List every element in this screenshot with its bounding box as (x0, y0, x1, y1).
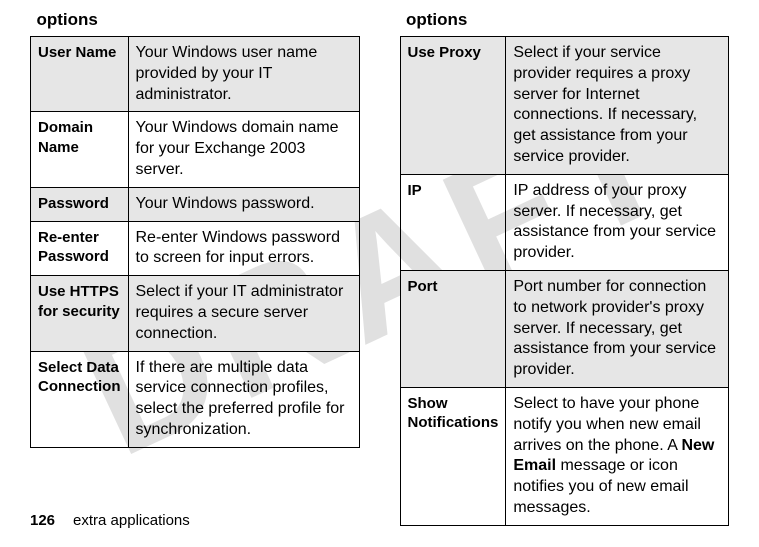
table-row: Use Proxy Select if your service provide… (400, 37, 729, 175)
option-desc: Select if your IT administrator requires… (128, 276, 359, 351)
option-name: Select Data Connection (31, 351, 129, 447)
option-desc: Your Windows domain name for your Exchan… (128, 112, 359, 187)
page-footer: 126 extra applications (30, 512, 190, 529)
left-options-table: options User Name Your Windows user name… (30, 6, 360, 448)
option-desc: Re-enter Windows password to screen for … (128, 221, 359, 276)
table-row: Select Data Connection If there are mult… (31, 351, 360, 447)
section-title: extra applications (73, 512, 190, 529)
option-name: Port (400, 270, 506, 387)
option-name: Use Proxy (400, 37, 506, 175)
left-column: options User Name Your Windows user name… (30, 6, 360, 526)
table-row: Port Port number for connection to netwo… (400, 270, 729, 387)
right-table-header: options (400, 6, 729, 37)
option-desc: Your Windows password. (128, 187, 359, 221)
left-table-header: options (31, 6, 360, 37)
option-desc: If there are multiple data service conne… (128, 351, 359, 447)
option-name: User Name (31, 37, 129, 112)
option-desc: IP address of your proxy server. If nece… (506, 174, 729, 270)
right-column: options Use Proxy Select if your service… (400, 6, 730, 526)
table-row: Re-enter Password Re-enter Windows passw… (31, 221, 360, 276)
table-row: Password Your Windows password. (31, 187, 360, 221)
option-name: Re-enter Password (31, 221, 129, 276)
page-number: 126 (30, 512, 55, 529)
option-name: Domain Name (31, 112, 129, 187)
table-row: Domain Name Your Windows domain name for… (31, 112, 360, 187)
option-desc: Select if your service provider requires… (506, 37, 729, 175)
table-row: IP IP address of your proxy server. If n… (400, 174, 729, 270)
desc-pre: Select to have your phone notify you whe… (513, 395, 701, 454)
option-name: Use HTTPS for security (31, 276, 129, 351)
table-row: Show Notifications Select to have your p… (400, 387, 729, 525)
page-content: options User Name Your Windows user name… (0, 0, 759, 526)
table-row: User Name Your Windows user name provide… (31, 37, 360, 112)
option-desc: Select to have your phone notify you whe… (506, 387, 729, 525)
option-desc: Port number for connection to network pr… (506, 270, 729, 387)
option-desc: Your Windows user name provided by your … (128, 37, 359, 112)
option-name: Password (31, 187, 129, 221)
table-row: Use HTTPS for security Select if your IT… (31, 276, 360, 351)
option-name: IP (400, 174, 506, 270)
right-options-table: options Use Proxy Select if your service… (400, 6, 730, 526)
option-name: Show Notifications (400, 387, 506, 525)
